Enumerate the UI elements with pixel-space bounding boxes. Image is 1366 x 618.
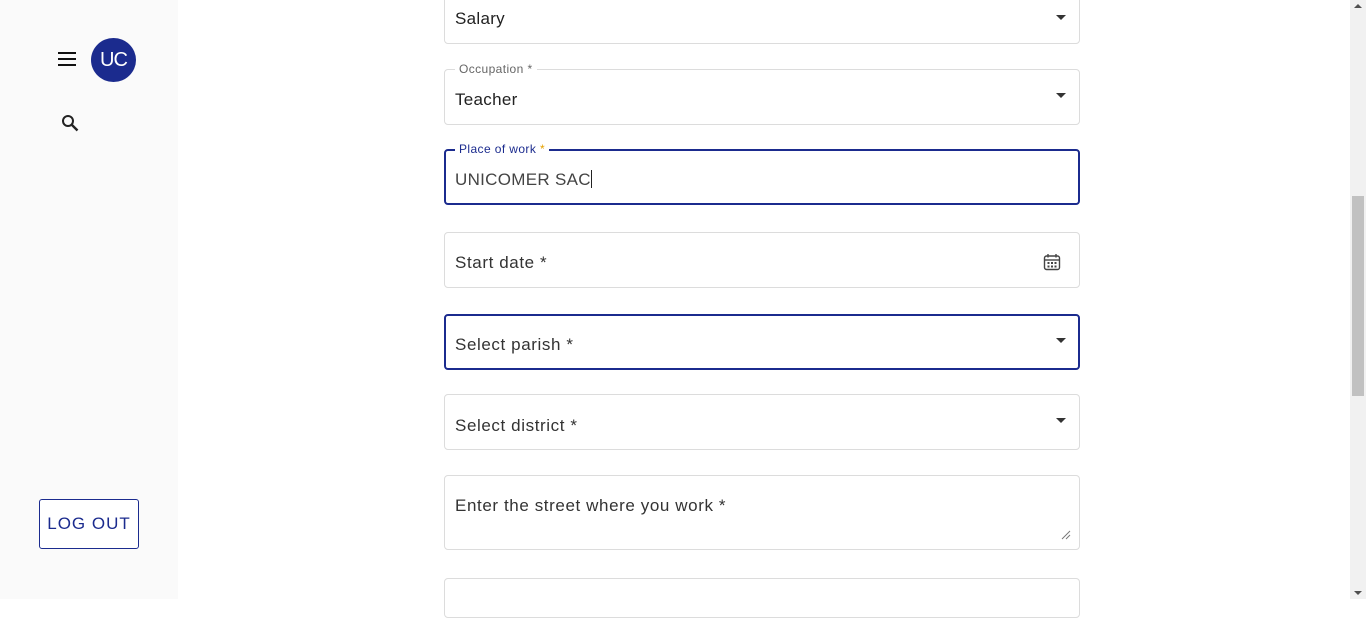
occupation-label: Occupation * — [455, 62, 537, 76]
chevron-down-icon — [1056, 15, 1066, 20]
place-of-work-input[interactable]: Place of work * UNICOMER SAC — [444, 142, 1080, 205]
income-type-select[interactable]: Salary — [444, 0, 1080, 44]
resize-handle-icon[interactable] — [1061, 527, 1071, 540]
calendar-icon[interactable] — [1043, 253, 1061, 271]
income-type-value: Salary — [455, 9, 505, 28]
district-placeholder: Select district * — [455, 416, 578, 435]
district-select[interactable]: Select district * — [444, 394, 1080, 450]
chevron-down-icon — [1056, 338, 1066, 343]
street-placeholder: Enter the street where you work * — [455, 496, 727, 515]
scroll-thumb[interactable] — [1352, 196, 1364, 396]
parish-placeholder: Select parish * — [455, 335, 574, 354]
occupation-select[interactable]: Occupation * Teacher — [444, 62, 1080, 125]
page-scrollbar[interactable] — [1350, 0, 1366, 599]
search-icon[interactable] — [58, 111, 82, 135]
start-date-placeholder: Start date * — [455, 253, 548, 272]
street-textarea[interactable]: Enter the street where you work * — [444, 475, 1080, 550]
place-of-work-label: Place of work * — [455, 142, 550, 156]
chevron-down-icon — [1056, 418, 1066, 423]
hamburger-menu-icon[interactable] — [54, 46, 80, 72]
chevron-down-icon — [1056, 93, 1066, 98]
scroll-up-icon[interactable] — [1354, 4, 1362, 8]
start-date-input[interactable]: Start date * — [444, 232, 1080, 288]
avatar[interactable]: UC — [91, 38, 136, 82]
logout-button[interactable]: LOG OUT — [39, 499, 139, 549]
occupation-value: Teacher — [455, 90, 518, 109]
sidebar: UC LOG OUT — [0, 0, 178, 599]
next-field[interactable] — [444, 578, 1080, 618]
parish-select[interactable]: Select parish * — [444, 314, 1080, 370]
scroll-down-icon[interactable] — [1354, 591, 1362, 595]
main-form-area: Salary Occupation * Teacher Place of wor… — [178, 0, 1350, 618]
place-of-work-value: UNICOMER SAC — [455, 170, 592, 189]
